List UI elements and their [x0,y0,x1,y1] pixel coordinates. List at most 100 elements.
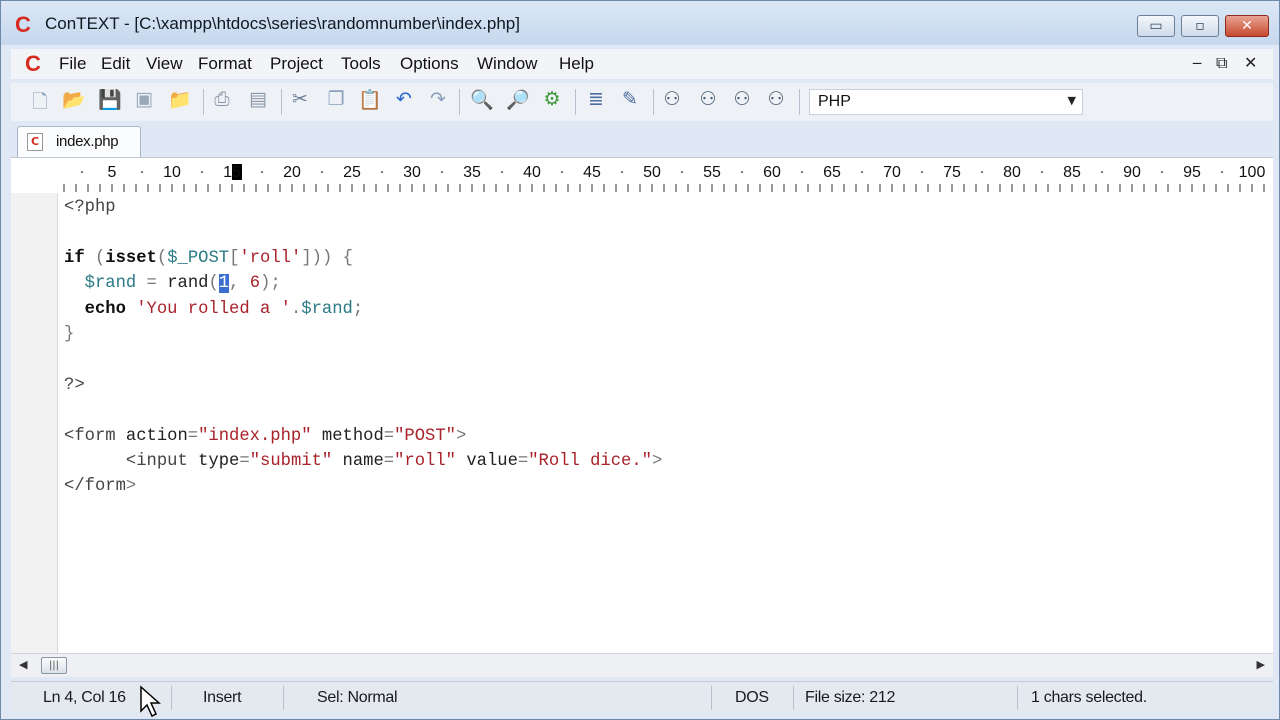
ruler-dot: · [440,165,444,181]
ruler-dot: · [1040,165,1044,181]
highlighter-value: PHP [818,93,851,110]
menu-format[interactable]: Format [198,54,252,74]
ruler-dot: · [500,165,504,181]
find-icon[interactable]: 🔍 [469,88,495,114]
chevron-down-icon[interactable]: ▼ [1068,94,1076,107]
toolbar-separator [459,89,460,115]
ruler-dot: · [380,165,384,181]
print-icon[interactable]: ⎙ [209,88,235,114]
scrollbar-thumb[interactable]: ||| [41,657,67,674]
ruler-dot: · [980,165,984,181]
minimize-button[interactable]: ▭ [1137,15,1175,37]
ruler-label: 40 [523,164,541,181]
ruler-label: 50 [643,164,661,181]
ruler-label: 20 [283,164,301,181]
code-line[interactable]: <form action="index.php" method="POST"> [64,424,466,449]
ruler-dot: · [680,165,684,181]
toolbar-separator [799,89,800,115]
ruler-dot: · [620,165,624,181]
status-separator [1017,686,1018,710]
ruler-label: 45 [583,164,601,181]
code-line[interactable]: $rand = rand(1, 6); [64,271,281,296]
scroll-right-icon[interactable]: ▶ [1257,658,1265,671]
tab-bar: C index.php [11,123,1273,157]
code-editor[interactable]: <?php if (isset($_POST['roll'])) { $rand … [11,193,1273,653]
ruler-label: 65 [823,164,841,181]
menu-file[interactable]: File [59,54,86,74]
new-file-icon[interactable]: 🗋 [27,88,53,114]
ruler-label: 15 [223,164,241,181]
ruler-label: 25 [343,164,361,181]
code-line[interactable]: } [64,322,74,347]
ruler-label: 60 [763,164,781,181]
menu-project[interactable]: Project [270,54,323,74]
ruler-label: 30 [403,164,421,181]
menu-window[interactable]: Window [477,54,537,74]
code-line[interactable]: <input type="submit" name="roll" value="… [64,449,662,474]
menu-view[interactable]: View [146,54,183,74]
scroll-left-icon[interactable]: ◀ [19,658,27,671]
save-icon[interactable]: 💾 [97,88,123,114]
redo-icon[interactable]: ↷ [425,88,451,114]
menu-tools[interactable]: Tools [341,54,381,74]
toolbar-separator [653,89,654,115]
toolbar-separator [575,89,576,115]
user-tool-4-icon[interactable]: ⚇ [763,88,789,114]
maximize-button[interactable]: ▫ [1181,15,1219,37]
ruler-label: 95 [1183,164,1201,181]
editor-gutter [11,193,58,653]
ruler-label: 10 [163,164,181,181]
ruler-dot: · [140,165,144,181]
print-preview-icon[interactable]: ▤ [245,88,271,114]
horizontal-scrollbar[interactable]: ◀ ||| ▶ [11,653,1273,677]
mdi-restore-button[interactable]: ⧉ [1216,53,1227,73]
open-file-icon[interactable]: 📂 [61,88,87,114]
menu-edit[interactable]: Edit [101,54,130,74]
ruler-dot: · [560,165,564,181]
ruler-dot: · [320,165,324,181]
ruler-dot: · [200,165,204,181]
status-separator [793,686,794,710]
ruler-dot: · [1100,165,1104,181]
replace-icon[interactable]: ⚙ [539,88,565,114]
menu-help[interactable]: Help [559,54,594,74]
mdi-minimize-button[interactable]: ‒ [1192,53,1202,72]
highlighter-select[interactable]: PHP ▼ [809,89,1083,115]
insert-mode: Insert [203,689,242,706]
code-line[interactable]: </form> [64,474,136,499]
ruler-dot: · [1220,165,1224,181]
php-file-icon: C [27,133,43,151]
code-line[interactable]: <?php [64,195,116,220]
copy-icon[interactable]: ❐ [323,88,349,114]
user-tool-3-icon[interactable]: ⚇ [729,88,755,114]
code-line[interactable]: ?> [64,373,85,398]
save-all-icon[interactable]: ▣ [131,88,157,114]
export-icon[interactable]: ≣ [583,88,609,114]
ruler-dot: · [260,165,264,181]
document-menu-icon[interactable]: C [25,51,47,77]
close-button[interactable]: ✕ [1225,15,1269,37]
menu-options[interactable]: Options [400,54,459,74]
ruler-label: 55 [703,164,721,181]
find-next-icon[interactable]: 🔎 [505,88,531,114]
toolbar-separator [281,89,282,115]
user-tool-1-icon[interactable]: ⚇ [659,88,685,114]
tab-index-php[interactable]: C index.php [17,126,141,157]
selection-mode: Sel: Normal [317,689,398,706]
paste-icon[interactable]: 📋 [357,88,383,114]
open-folder-icon[interactable]: 📁 [167,88,193,114]
cut-icon[interactable]: ✂ [287,88,313,114]
ruler-graphic: 5 · 10 · 15 · 20 · 25 · 30 · 35 · 40 · 45 · 50 · 55 · 60 · 65 · 70… [63,164,1265,192]
code-line[interactable]: if (isset($_POST['roll'])) { [64,246,353,271]
mdi-close-button[interactable]: ✕ [1244,53,1257,72]
title-bar[interactable]: C ConTEXT - [C:\xampp\htdocs\series\rand… [1,1,1279,45]
tab-label: index.php [56,133,119,150]
ruler-label: 70 [883,164,901,181]
undo-icon[interactable]: ↶ [391,88,417,114]
ruler-label: 35 [463,164,481,181]
settings-icon[interactable]: ✎ [617,88,643,114]
ruler-dot: · [1160,165,1164,181]
status-separator [171,686,172,710]
user-tool-2-icon[interactable]: ⚇ [695,88,721,114]
code-line[interactable]: echo 'You rolled a '.$rand; [64,297,364,322]
